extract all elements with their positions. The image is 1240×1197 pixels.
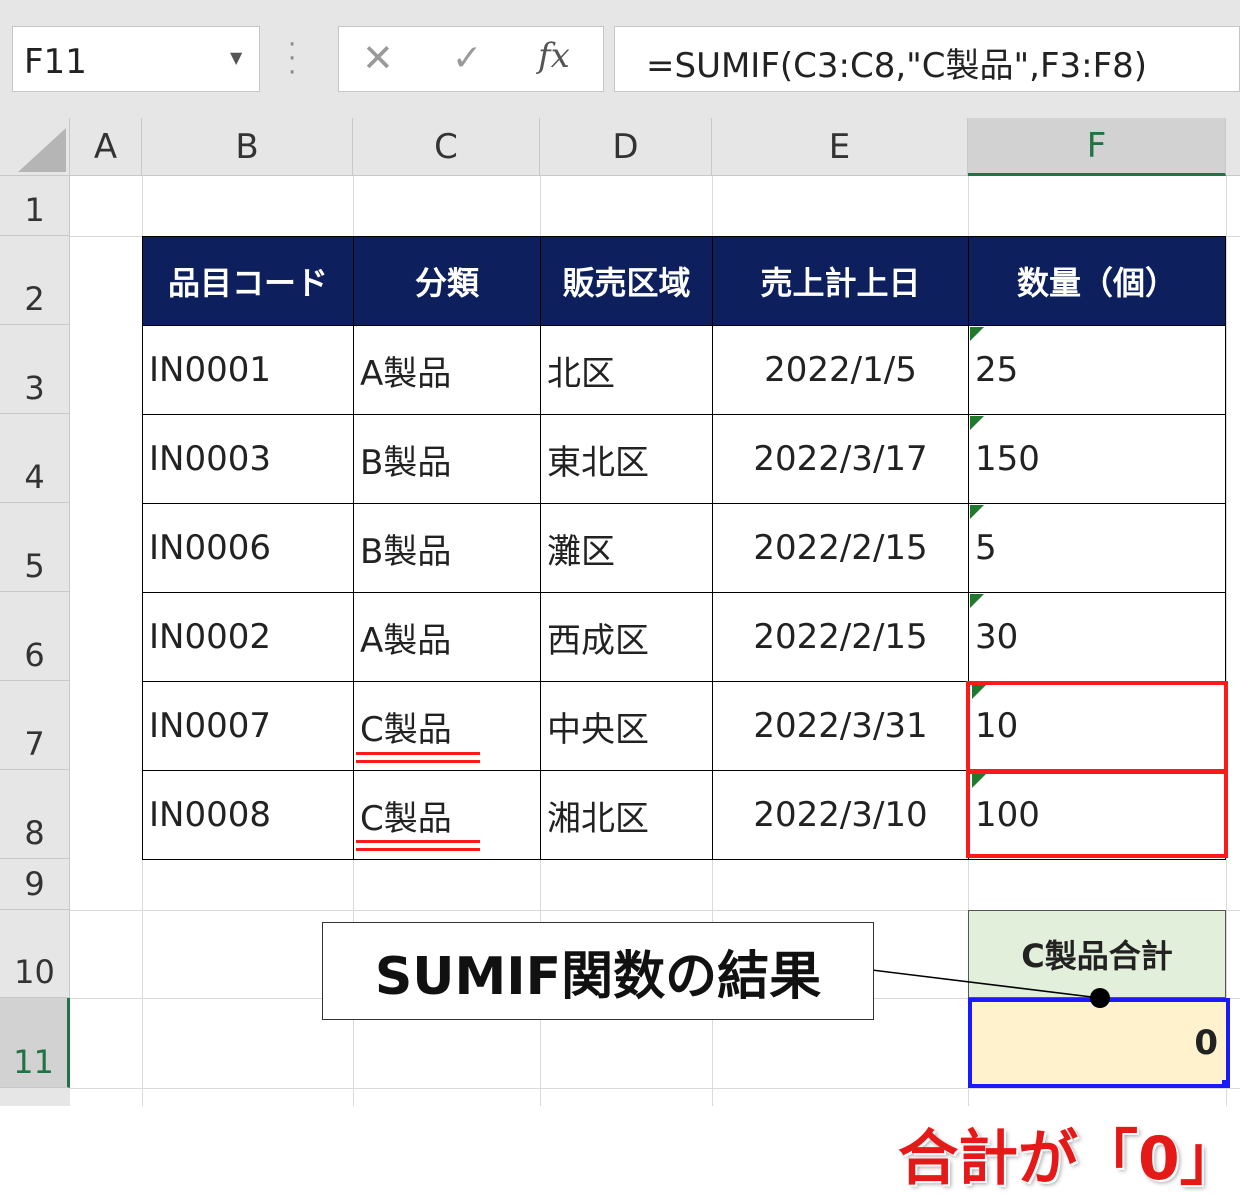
callout-box: SUMIF関数の結果 [322,922,874,1020]
callout-dot [1090,988,1110,1008]
